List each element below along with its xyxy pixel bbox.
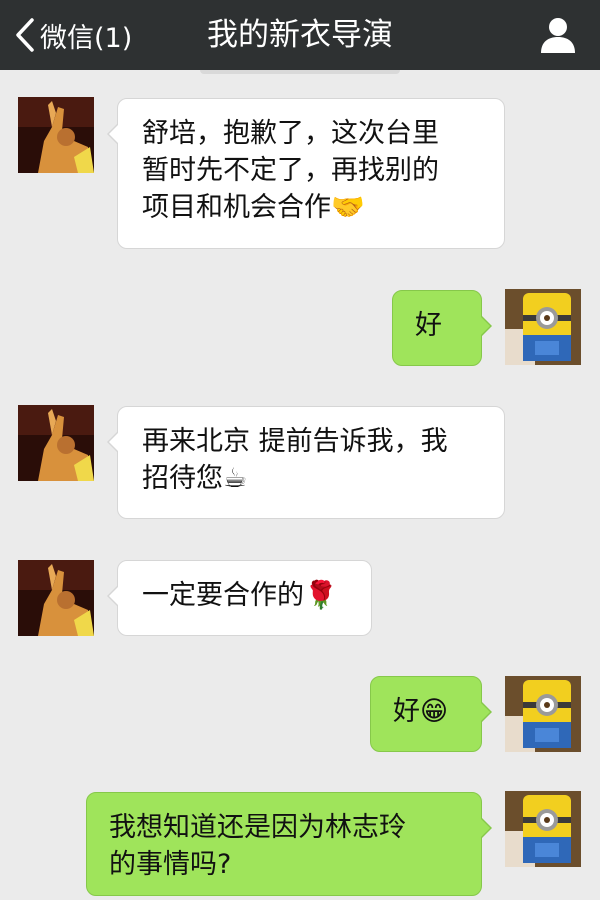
message-text: 招待您☕ [142,463,248,494]
message-text: 的事情吗? [109,849,232,880]
message-bubble[interactable]: 舒培，抱歉了，这次台里 暂时先不定了，再找别的 项目和机会合作🤝 [107,98,505,249]
minion-avatar[interactable] [505,791,581,867]
profile-button[interactable] [538,15,578,55]
message-text: 暂时先不定了，再找别的 [142,155,439,186]
message-bubble[interactable]: 好 [392,290,492,366]
message-text: 项目和机会合作🤝 [142,192,365,223]
nav-bar: 微信(1) 我的新衣导演 [0,0,600,70]
message-text: 好😁 [393,696,449,727]
message-bubble[interactable]: 一定要合作的🌹 [107,560,372,636]
message-text: 再来北京 提前告诉我，我 [142,426,448,457]
contact-avatar[interactable] [18,97,94,173]
contact-avatar-image [18,560,94,636]
message-text: 好 [415,310,442,341]
chevron-left-icon [16,18,34,52]
earlier-message-edge [200,70,400,74]
person-icon [541,18,575,53]
message-bubble[interactable]: 再来北京 提前告诉我，我 招待您☕ [107,406,505,519]
message-text: 舒培，抱歉了，这次台里 [142,118,439,149]
message-bubble[interactable]: 我想知道还是因为林志玲 的事情吗? [86,792,492,896]
minion-avatar[interactable] [505,676,581,752]
contact-avatar[interactable] [18,560,94,636]
contact-avatar-image [18,97,94,173]
back-label: 微信(1) [40,22,133,54]
message-text: 我想知道还是因为林志玲 [109,812,406,843]
contact-avatar[interactable] [18,405,94,481]
message-bubble[interactable]: 好😁 [370,676,492,752]
contact-avatar-image [18,405,94,481]
back-button[interactable]: 微信(1) [14,0,132,70]
minion-avatar[interactable] [505,289,581,365]
minion-avatar-image [505,791,581,867]
message-text: 一定要合作的🌹 [142,580,338,611]
minion-avatar-image [505,289,581,365]
minion-avatar-image [505,676,581,752]
